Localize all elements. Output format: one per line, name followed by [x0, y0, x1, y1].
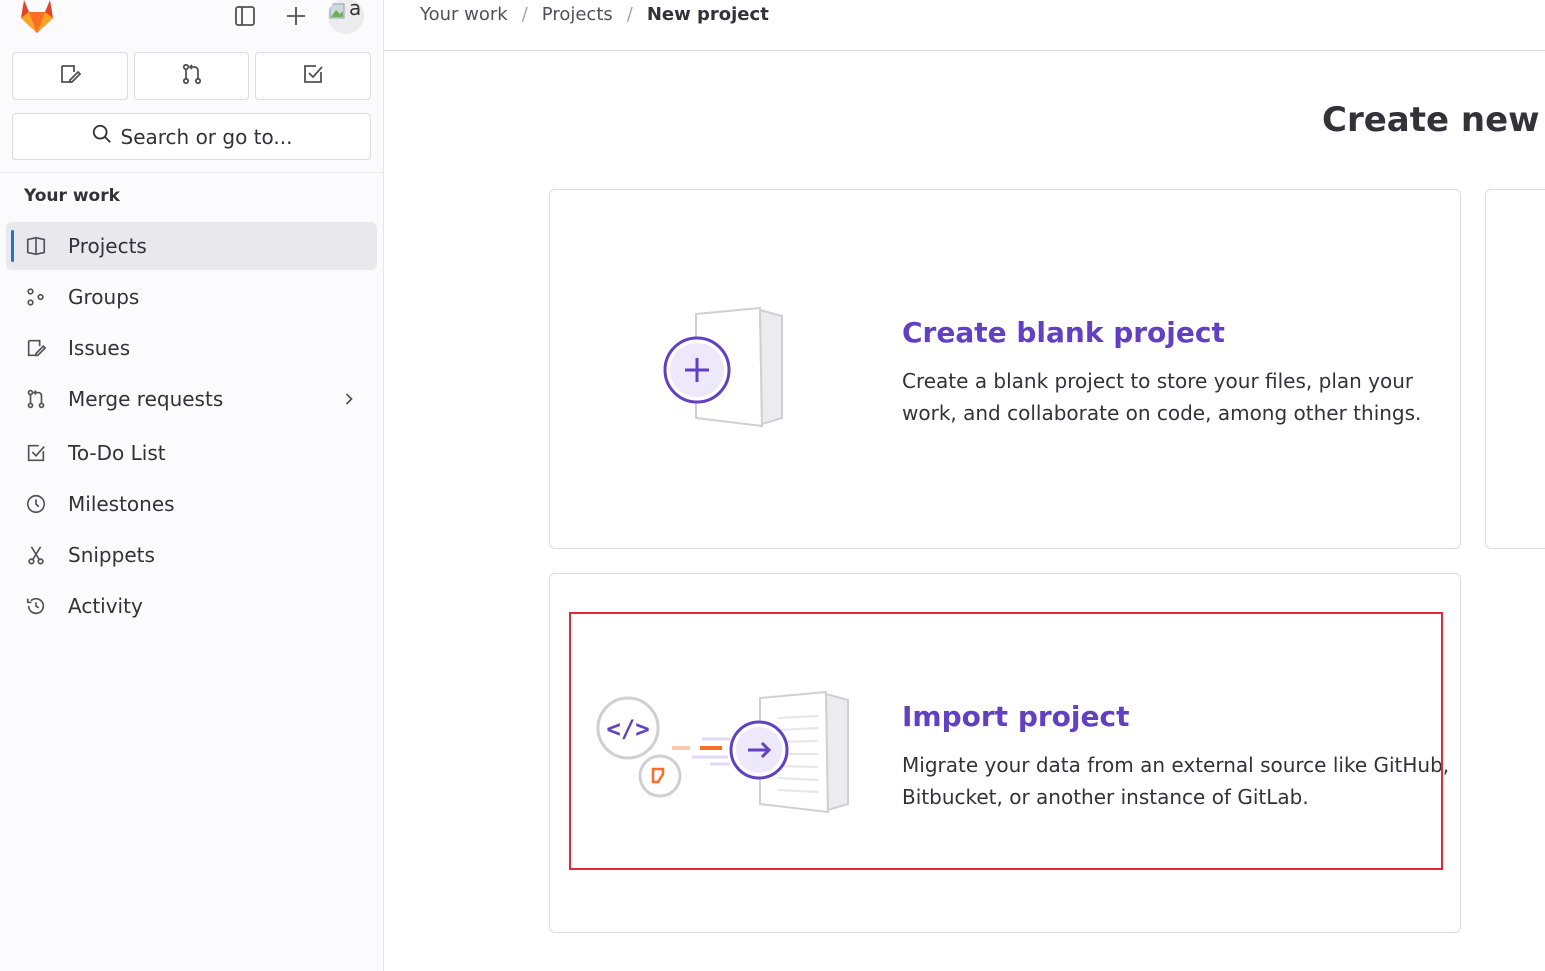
sidebar-item-issues[interactable]: Issues: [6, 324, 377, 372]
sidebar-item-label: Groups: [68, 285, 140, 309]
header-divider: [384, 50, 1545, 51]
sidebar-item-label: Merge requests: [68, 387, 224, 411]
merge-request-icon: [24, 387, 48, 411]
card-title[interactable]: Create blank project: [902, 316, 1225, 349]
sidebar-item-activity[interactable]: Activity: [6, 582, 377, 630]
breadcrumb-projects[interactable]: Projects: [542, 4, 613, 25]
sidebar-item-label: Snippets: [68, 543, 155, 567]
issues-icon: [58, 62, 82, 90]
merge-requests-button[interactable]: [133, 52, 250, 100]
sidebar-section-title: Your work: [24, 186, 120, 206]
history-icon: [24, 594, 48, 618]
todo-icon: [301, 62, 325, 90]
card-title[interactable]: Import project: [902, 700, 1129, 733]
breadcrumb-separator: /: [521, 4, 528, 25]
issues-icon: [24, 336, 48, 360]
sidebar-item-projects[interactable]: Projects: [6, 222, 377, 270]
gitlab-tanuki-icon[interactable]: [18, 0, 56, 34]
sidebar-divider: [0, 172, 384, 173]
sidebar-item-milestones[interactable]: Milestones: [6, 480, 377, 528]
breadcrumb: Your work / Projects / New project: [420, 4, 769, 25]
import-project-illustration: </>: [594, 688, 854, 822]
sidebar-item-label: Projects: [68, 234, 147, 258]
snippet-icon: [24, 543, 48, 567]
import-project-card[interactable]: </> Import project Migrate your data fro…: [549, 573, 1461, 933]
card-description: Create a blank project to store your fil…: [902, 369, 1422, 425]
group-icon: [24, 285, 48, 309]
breadcrumb-separator: /: [626, 4, 633, 25]
sidebar-toggle-icon[interactable]: [232, 3, 258, 29]
sidebar-item-label: Milestones: [68, 492, 175, 516]
project-icon: [24, 234, 48, 258]
assigned-issues-button[interactable]: [12, 52, 128, 100]
todo-icon: [24, 441, 48, 465]
sidebar-topbar: a: [0, 0, 384, 36]
search-label: Search or go to...: [120, 124, 293, 149]
merge-request-icon: [180, 62, 204, 90]
create-from-template-card[interactable]: [1485, 189, 1545, 549]
quick-actions: [12, 52, 372, 100]
sidebar: a Search or go to... Your work Projects …: [0, 0, 384, 971]
sidebar-nav: Projects Groups Issues Merge requests To…: [6, 222, 377, 633]
sidebar-item-groups[interactable]: Groups: [6, 273, 377, 321]
chevron-right-icon[interactable]: [339, 389, 359, 414]
sidebar-item-label: To-Do List: [68, 441, 166, 465]
card-description: Migrate your data from an external sourc…: [902, 753, 1450, 809]
svg-text:</>: </>: [606, 715, 649, 743]
avatar-alt-text: a: [349, 0, 362, 20]
sidebar-item-todo-list[interactable]: To-Do List: [6, 429, 377, 477]
blank-project-illustration: [662, 306, 794, 434]
sidebar-item-snippets[interactable]: Snippets: [6, 531, 377, 579]
search-input[interactable]: Search or go to...: [12, 113, 371, 160]
sidebar-item-merge-requests[interactable]: Merge requests: [6, 375, 377, 423]
sidebar-item-label: Activity: [68, 594, 143, 618]
breadcrumb-your-work[interactable]: Your work: [420, 4, 508, 25]
breadcrumb-current[interactable]: New project: [647, 4, 769, 25]
sidebar-item-label: Issues: [68, 336, 131, 360]
page-title: Create new pr: [1322, 100, 1545, 140]
avatar[interactable]: a: [328, 0, 364, 34]
search-icon: [91, 123, 113, 150]
create-blank-project-card[interactable]: Create blank project Create a blank proj…: [549, 189, 1461, 549]
clock-icon: [24, 492, 48, 516]
todo-button[interactable]: [255, 52, 372, 100]
plus-icon[interactable]: [283, 3, 309, 29]
